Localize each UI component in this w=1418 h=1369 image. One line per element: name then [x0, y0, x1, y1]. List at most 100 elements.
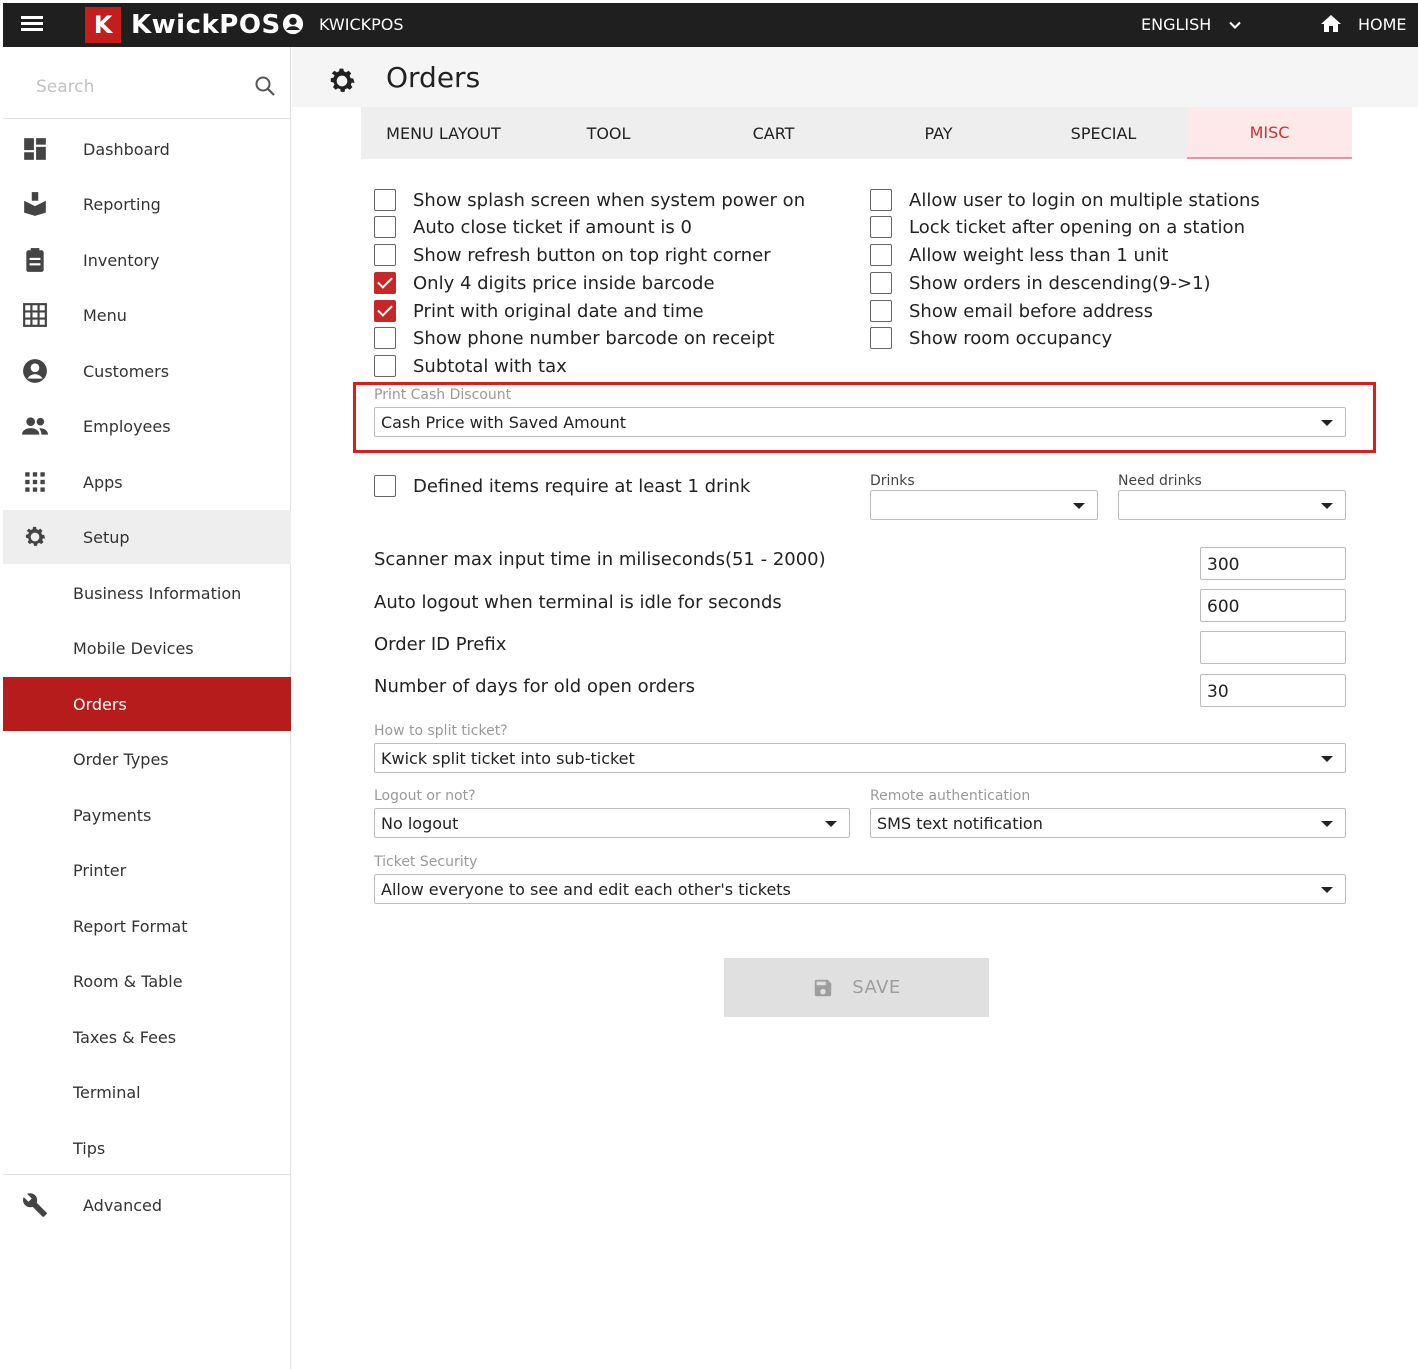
checkbox[interactable] [374, 327, 396, 349]
home-link[interactable]: HOME [1358, 15, 1407, 34]
drinks-select[interactable] [870, 490, 1098, 520]
chevron-down-icon[interactable] [1225, 15, 1245, 35]
sidebar-search[interactable]: Search [3, 47, 291, 119]
checkbox[interactable] [870, 216, 892, 238]
account-circle-icon[interactable] [282, 13, 304, 35]
sidebar-item-label: Inventory [83, 250, 160, 270]
sidebar-item-advanced[interactable]: Advanced [3, 1178, 291, 1232]
checkbox-refresh-button[interactable]: Show refresh button on top right corner [374, 243, 771, 267]
sidebar-sub-payments[interactable]: Payments [3, 788, 291, 842]
checkbox-auto-close-ticket[interactable]: Auto close ticket if amount is 0 [374, 215, 692, 239]
checkbox-checked[interactable] [374, 272, 396, 294]
checkbox-phone-barcode[interactable]: Show phone number barcode on receipt [374, 326, 775, 350]
sidebar-item-menu[interactable]: Menu [3, 288, 291, 342]
sidebar-item-dashboard[interactable]: Dashboard [3, 122, 291, 176]
logout-select[interactable]: No logout [374, 808, 850, 838]
sidebar-sub-label: Taxes & Fees [73, 1027, 177, 1047]
checkbox-splash-screen[interactable]: Show splash screen when system power on [374, 188, 805, 212]
sidebar-item-label: Dashboard [83, 139, 170, 159]
tab-pay[interactable]: PAY [856, 107, 1021, 159]
checkbox[interactable] [374, 216, 396, 238]
sidebar-sub-room-table[interactable]: Room & Table [3, 954, 291, 1008]
checkbox-orders-descending[interactable]: Show orders in descending(9->1) [870, 271, 1211, 295]
app-name: KwickPOS [131, 10, 281, 40]
tab-cart[interactable]: CART [691, 107, 856, 159]
checkbox-subtotal-tax[interactable]: Subtotal with tax [374, 354, 567, 378]
home-icon[interactable] [1319, 12, 1343, 36]
checkbox-checked[interactable] [374, 300, 396, 322]
sidebar-item-reporting[interactable]: Reporting [3, 177, 291, 231]
sidebar-sub-printer[interactable]: Printer [3, 843, 291, 897]
print-cash-discount-select[interactable]: Cash Price with Saved Amount [374, 407, 1346, 437]
tab-misc[interactable]: MISC [1187, 107, 1352, 159]
checkbox-label: Show room occupancy [909, 327, 1113, 349]
caret-down-icon [1321, 420, 1333, 426]
top-bar: K KwickPOS KWICKPOS ENGLISH HOME [3, 3, 1418, 47]
sidebar-sub-terminal[interactable]: Terminal [3, 1065, 291, 1119]
remote-auth-select[interactable]: SMS text notification [870, 808, 1346, 838]
tab-tool[interactable]: TOOL [526, 107, 691, 159]
checkbox[interactable] [374, 475, 396, 497]
checkbox-four-digit-price[interactable]: Only 4 digits price inside barcode [374, 271, 715, 295]
checkbox-original-date[interactable]: Print with original date and time [374, 299, 704, 323]
checkbox[interactable] [374, 189, 396, 211]
checkbox[interactable] [870, 327, 892, 349]
checkbox-email-before-address[interactable]: Show email before address [870, 299, 1153, 323]
account-name[interactable]: KWICKPOS [319, 15, 404, 34]
select-value: Cash Price with Saved Amount [381, 413, 627, 432]
need-drinks-select[interactable] [1118, 490, 1346, 520]
sidebar-sub-business-information[interactable]: Business Information [3, 566, 291, 620]
scanner-time-input[interactable]: 300 [1200, 547, 1346, 580]
search-input[interactable]: Search [36, 77, 94, 97]
sidebar-sub-mobile-devices[interactable]: Mobile Devices [3, 621, 291, 675]
ticket-security-select[interactable]: Allow everyone to see and edit each othe… [374, 874, 1346, 904]
reporting-icon [24, 192, 46, 216]
caret-down-icon [1321, 756, 1333, 762]
save-label: SAVE [852, 977, 901, 998]
split-ticket-select[interactable]: Kwick split ticket into sub-ticket [374, 743, 1346, 773]
hamburger-menu-icon[interactable] [21, 13, 43, 35]
checkbox-lock-ticket[interactable]: Lock ticket after opening on a station [870, 215, 1245, 239]
checkbox[interactable] [870, 244, 892, 266]
search-icon[interactable] [253, 74, 277, 98]
order-id-prefix-input[interactable] [1200, 631, 1346, 664]
checkbox[interactable] [374, 355, 396, 377]
tab-special[interactable]: SPECIAL [1021, 107, 1186, 159]
tab-menu-layout[interactable]: MENU LAYOUT [361, 107, 526, 159]
checkbox-label: Only 4 digits price inside barcode [413, 272, 715, 294]
auto-logout-input[interactable]: 600 [1200, 589, 1346, 622]
select-value: Allow everyone to see and edit each othe… [381, 880, 791, 899]
sidebar-sub-orders[interactable]: Orders [3, 677, 291, 731]
save-button[interactable]: SAVE [724, 958, 989, 1017]
logo[interactable]: K KwickPOS [85, 7, 281, 43]
checkbox[interactable] [870, 272, 892, 294]
checkbox[interactable] [374, 244, 396, 266]
sidebar-sub-order-types[interactable]: Order Types [3, 732, 291, 786]
sidebar-sub-report-format[interactable]: Report Format [3, 899, 291, 953]
checkbox[interactable] [870, 300, 892, 322]
checkbox-weight-less-than-one[interactable]: Allow weight less than 1 unit [870, 243, 1168, 267]
checkbox-multi-station-login[interactable]: Allow user to login on multiple stations [870, 188, 1260, 212]
people-icon [22, 417, 48, 435]
checkbox-room-occupancy[interactable]: Show room occupancy [870, 326, 1112, 350]
scanner-time-label: Scanner max input time in miliseconds(51… [374, 549, 826, 570]
gear-icon [330, 68, 355, 92]
sidebar: Search Dashboard Reporting Inventory Men… [3, 47, 291, 1369]
old-orders-days-input[interactable]: 30 [1200, 674, 1346, 707]
checkbox-drink-requirement[interactable]: Defined items require at least 1 drink [374, 474, 750, 498]
sidebar-item-apps[interactable]: Apps [3, 455, 291, 509]
sidebar-item-customers[interactable]: Customers [3, 344, 291, 398]
checkbox-label: Auto close ticket if amount is 0 [413, 216, 692, 238]
caret-down-icon [1321, 821, 1333, 827]
dashboard-icon [24, 138, 46, 160]
sidebar-item-inventory[interactable]: Inventory [3, 233, 291, 287]
sidebar-sub-taxes-fees[interactable]: Taxes & Fees [3, 1010, 291, 1064]
checkbox-label: Show phone number barcode on receipt [413, 327, 775, 349]
gear-icon [25, 526, 46, 546]
checkbox[interactable] [870, 189, 892, 211]
language-selector[interactable]: ENGLISH [1141, 15, 1211, 34]
sidebar-sub-label: Mobile Devices [73, 638, 194, 658]
sidebar-sub-tips[interactable]: Tips [3, 1121, 291, 1175]
sidebar-item-employees[interactable]: Employees [3, 399, 291, 453]
sidebar-item-setup[interactable]: Setup [3, 510, 291, 564]
